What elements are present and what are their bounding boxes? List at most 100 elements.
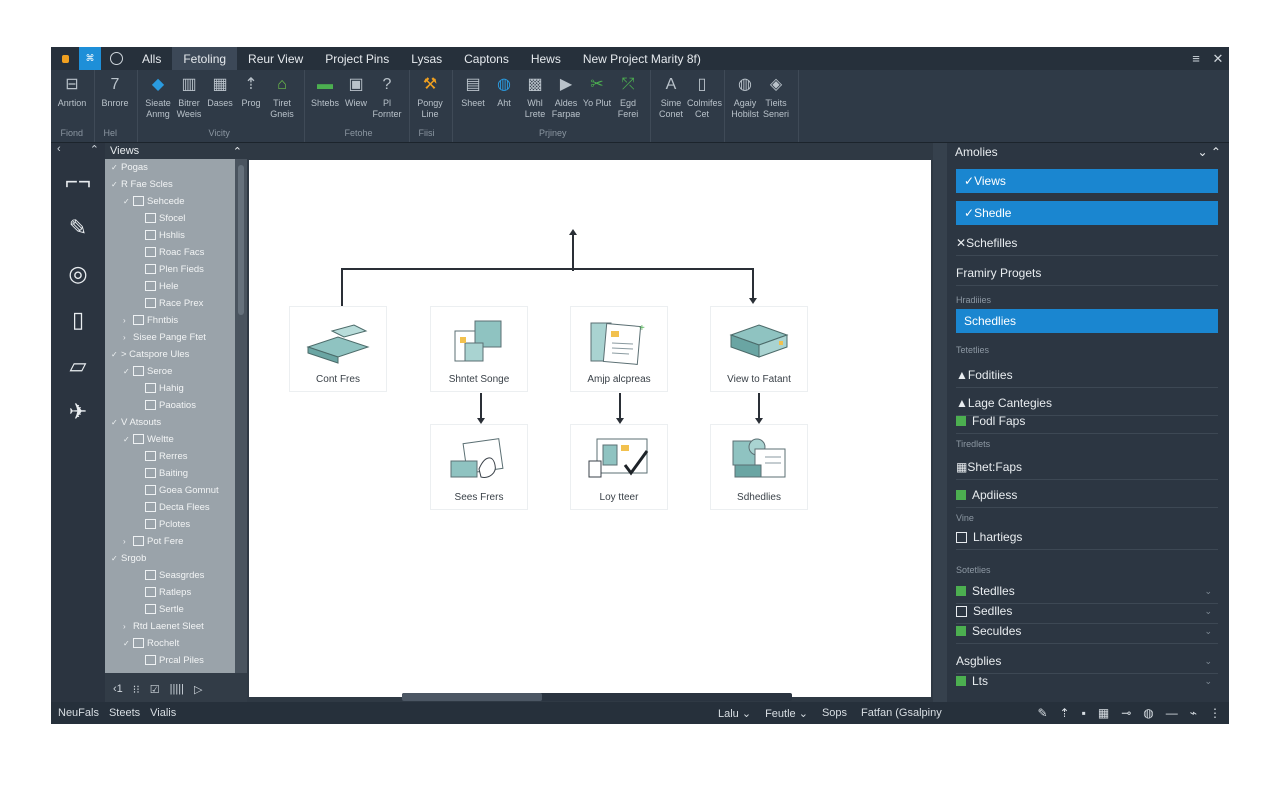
chevron-down-icon[interactable]: ⌄: [1204, 606, 1212, 617]
frame-icon[interactable]: ⌐¬: [51, 159, 105, 205]
tree-item[interactable]: Rerres: [105, 448, 235, 465]
chevron-down-icon[interactable]: ⌄: [1204, 676, 1212, 687]
chevron-down-icon[interactable]: ✓: [111, 159, 121, 176]
ribbon-button[interactable]: A Sime Conet: [656, 76, 686, 120]
spiral-icon[interactable]: ◎: [51, 251, 105, 297]
browser-tool-icon[interactable]: ☑: [150, 683, 160, 696]
tree-item[interactable]: ✓ Srgob: [105, 550, 235, 567]
canvas-horizontal-scrollbar[interactable]: [402, 693, 792, 701]
tree-item[interactable]: › Sisee Pange Ftet: [105, 329, 235, 346]
checkbox-icon[interactable]: [956, 531, 967, 543]
tree-item[interactable]: Sertle: [105, 601, 235, 618]
diagram-node[interactable]: Shntet Songe: [430, 306, 528, 392]
eraser-icon[interactable]: ▱: [51, 343, 105, 389]
close-icon[interactable]: ✕: [1207, 51, 1229, 67]
tree-item[interactable]: Decta Flees: [105, 499, 235, 516]
diagram-node[interactable]: + Amjp alcpreas: [570, 306, 668, 392]
tree-item[interactable]: ✓ Pogas: [105, 159, 235, 176]
ribbon-button[interactable]: ▶ Aldes Farpae: [551, 76, 581, 120]
diagram-node[interactable]: Loy tteer: [570, 424, 668, 510]
property-row[interactable]: ▲ Lage Cantegies: [956, 393, 1218, 413]
tree-item[interactable]: ✓ V Atsouts: [105, 414, 235, 431]
browser-scrollbar[interactable]: [235, 159, 247, 673]
property-row[interactable]: Fodl Faps: [956, 411, 1218, 431]
menu-lysas[interactable]: Lysas: [400, 47, 453, 70]
menu-project-pins[interactable]: Project Pins: [314, 47, 400, 70]
property-row[interactable]: Lts ⌄: [956, 671, 1218, 691]
tree-item[interactable]: Goea Gomnut: [105, 482, 235, 499]
tree-item[interactable]: Hshlis: [105, 227, 235, 244]
tree-item[interactable]: ✓ Seroe: [105, 363, 235, 380]
quick-access-button[interactable]: ⌘: [79, 47, 101, 70]
menu-reur-view[interactable]: Reur View: [237, 47, 314, 70]
status-tab[interactable]: NeuFals: [58, 707, 99, 719]
clipboard-icon[interactable]: ▯: [51, 297, 105, 343]
tree-item[interactable]: ✓ R Fae Scles: [105, 176, 235, 193]
ribbon-button[interactable]: ⊟ Anrtion: [57, 76, 87, 109]
chevron-down-icon[interactable]: ✓: [111, 176, 121, 193]
property-row[interactable]: Stedlles ⌄: [956, 581, 1218, 601]
tree-item[interactable]: Ratleps: [105, 584, 235, 601]
menu-alls[interactable]: Alls: [131, 47, 172, 70]
chevron-down-icon[interactable]: ✓: [123, 363, 133, 380]
property-row[interactable]: Asgblies ⌄: [956, 651, 1218, 671]
chevron-down-icon[interactable]: ✓: [111, 550, 121, 567]
property-row[interactable]: Schedlies: [956, 309, 1218, 333]
property-row[interactable]: ✓ Views: [956, 169, 1218, 193]
chevron-right-icon[interactable]: ›: [123, 533, 133, 550]
tree-item[interactable]: Hahig: [105, 380, 235, 397]
tree-item[interactable]: Pclotes: [105, 516, 235, 533]
ribbon-button[interactable]: ◈ Tieits Seneri: [761, 76, 791, 120]
chevron-down-icon[interactable]: ⌄: [1204, 586, 1212, 597]
ribbon-button[interactable]: ▦ Dases: [205, 76, 235, 109]
chevron-right-icon[interactable]: ›: [123, 312, 133, 329]
menu-captons[interactable]: Captons: [453, 47, 520, 70]
ribbon-button[interactable]: ⤱ Egd Ferei: [613, 76, 643, 120]
status-control[interactable]: Sops: [822, 707, 847, 720]
browser-tool-icon[interactable]: |||||: [170, 683, 184, 695]
property-row[interactable]: Lhartiegs: [956, 527, 1218, 547]
history-icon[interactable]: [110, 52, 123, 65]
save-icon[interactable]: ▪: [1082, 706, 1086, 720]
tree-item[interactable]: ✓ Weltte: [105, 431, 235, 448]
tree-item[interactable]: Race Prex: [105, 295, 235, 312]
status-control[interactable]: Fatfan (Gsalpiny: [861, 707, 942, 720]
tree-item[interactable]: Roac Facs: [105, 244, 235, 261]
chevron-down-icon[interactable]: ✓: [111, 346, 121, 363]
menu-fetoling[interactable]: Fetoling: [172, 47, 238, 70]
globe-icon[interactable]: ◍: [1143, 706, 1153, 720]
drawing-canvas[interactable]: Cont Fres Shntet Songe + Amjp alcpreas V…: [249, 160, 931, 697]
ribbon-button[interactable]: ⇡ Prog: [236, 76, 266, 109]
tag-icon[interactable]: ⌁: [1190, 706, 1197, 720]
property-row[interactable]: Seculdes ⌄: [956, 621, 1218, 641]
property-row[interactable]: ▦ Shet:Faps: [956, 457, 1218, 477]
browser-collapse-icon[interactable]: ⌃: [233, 145, 242, 158]
diagram-node[interactable]: Sees Frers: [430, 424, 528, 510]
diagram-node[interactable]: Sdhedlies: [710, 424, 808, 510]
ribbon-button[interactable]: ◍ Aht: [489, 76, 519, 109]
property-row[interactable]: ✓ Shedle: [956, 201, 1218, 225]
status-control[interactable]: Lalu ⌄: [718, 707, 751, 720]
ribbon-button[interactable]: 7 Bnrore: [100, 76, 130, 109]
property-row[interactable]: ▲ Foditiies: [956, 365, 1218, 385]
tree-item[interactable]: Baiting: [105, 465, 235, 482]
ribbon-button[interactable]: ▬ Shtebs: [310, 76, 340, 109]
tree-item[interactable]: › Fhntbis: [105, 312, 235, 329]
canvas-vertical-scrollbar[interactable]: [933, 143, 947, 705]
ribbon-button[interactable]: ◆ Sieate Anmg: [143, 76, 173, 120]
diagram-node[interactable]: Cont Fres: [289, 306, 387, 392]
ribbon-button[interactable]: ⚒ Pongy Line: [415, 76, 445, 120]
link-icon[interactable]: ⊸: [1121, 706, 1131, 720]
browser-tool-icon[interactable]: ⁝⁝: [133, 683, 140, 696]
tree-item[interactable]: Seasgrdes: [105, 567, 235, 584]
ribbon-button[interactable]: ▤ Sheet: [458, 76, 488, 109]
ribbon-button[interactable]: ▣ Wiew: [341, 76, 371, 109]
pen-icon[interactable]: ✎: [1037, 706, 1047, 720]
browser-tool-icon[interactable]: ‹1: [113, 683, 123, 695]
ribbon-button[interactable]: ? Pl Fornter: [372, 76, 402, 120]
chevron-right-icon[interactable]: ›: [123, 329, 133, 346]
pin-icon[interactable]: ⇡: [1060, 706, 1070, 720]
browser-tool-icon[interactable]: ▷: [194, 683, 202, 696]
chevron-right-icon[interactable]: ›: [123, 618, 133, 635]
ribbon-button[interactable]: ▥ Bitrer Weeis: [174, 76, 204, 120]
